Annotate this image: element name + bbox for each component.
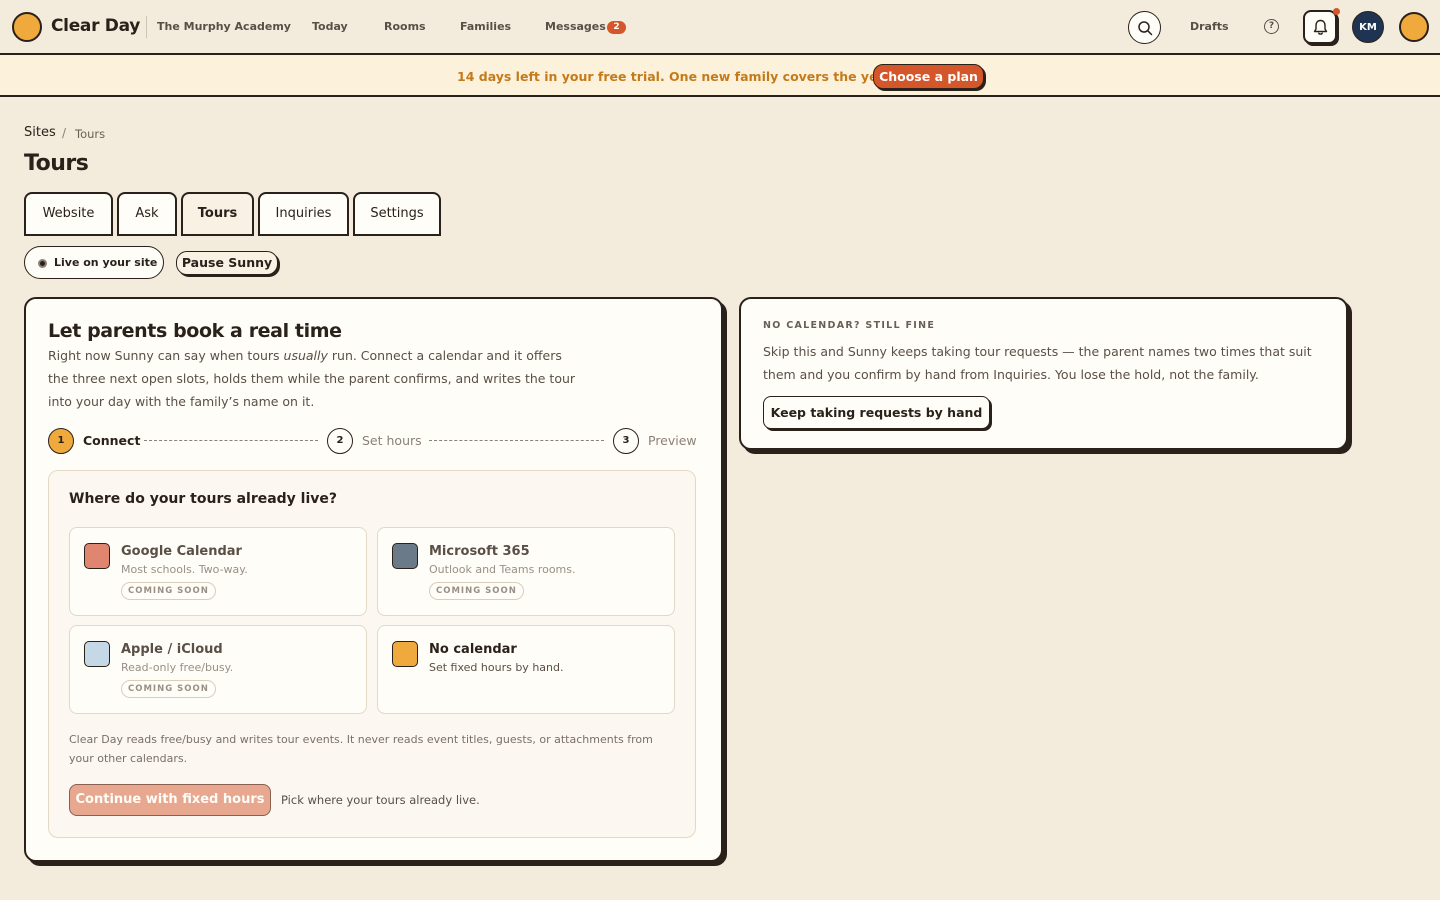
option-name: Apple / iCloud	[121, 642, 223, 657]
option-google-calendar[interactable]: Google Calendar Most schools. Two-way. C…	[69, 527, 367, 616]
keep-requests-by-hand-button[interactable]: Keep taking requests by hand	[763, 396, 990, 429]
card-description: Right now Sunny can say when tours usual…	[48, 348, 576, 409]
step-2-number: 2	[327, 428, 353, 454]
calendar-question: Where do your tours already live?	[69, 491, 338, 507]
school-switcher[interactable]: The Murphy Academy	[157, 20, 291, 33]
microsoft-365-icon	[392, 543, 418, 569]
coming-soon-badge: COMING SOON	[121, 680, 216, 698]
coming-soon-badge: COMING SOON	[121, 582, 216, 600]
tab-ask[interactable]: Ask	[117, 192, 177, 236]
no-calendar-icon	[392, 641, 418, 667]
help-icon[interactable]: ?	[1264, 19, 1279, 34]
notifications-button[interactable]	[1303, 10, 1337, 44]
step-3-number: 3	[613, 428, 639, 454]
side-card-text: Skip this and Sunny keeps taking tour re…	[763, 344, 1312, 382]
search-button[interactable]	[1128, 11, 1161, 44]
messages-count-badge: 2	[607, 21, 626, 34]
privacy-note: Clear Day reads free/busy and writes tou…	[69, 733, 653, 765]
step-3-label: Preview	[648, 433, 697, 448]
nav-today[interactable]: Today	[312, 20, 348, 33]
breadcrumb-current: Tours	[75, 127, 106, 141]
nav-families[interactable]: Families	[460, 20, 511, 33]
step-2-label: Set hours	[362, 433, 422, 448]
logo-icon[interactable]	[12, 12, 42, 42]
breadcrumb-separator: /	[62, 126, 67, 140]
option-subtitle: Outlook and Teams rooms.	[429, 563, 576, 576]
trial-banner: 14 days left in your free trial. One new…	[0, 55, 1440, 97]
option-subtitle: Read-only free/busy.	[121, 661, 234, 674]
live-status-label: Live on your site	[54, 256, 158, 269]
tab-website[interactable]: Website	[24, 192, 113, 236]
choose-plan-button[interactable]: Choose a plan	[873, 64, 984, 89]
pause-sunny-button[interactable]: Pause Sunny	[176, 251, 278, 275]
avatar[interactable]: KM	[1352, 11, 1384, 43]
google-calendar-icon	[84, 543, 110, 569]
option-no-calendar[interactable]: No calendar Set fixed hours by hand.	[377, 625, 675, 714]
tab-tours[interactable]: Tours	[181, 192, 254, 236]
nav-rooms[interactable]: Rooms	[384, 20, 426, 33]
continue-hint: Pick where your tours already live.	[281, 793, 480, 807]
top-nav: Clear Day The Murphy Academy Today Rooms…	[0, 0, 1440, 55]
option-microsoft-365[interactable]: Microsoft 365 Outlook and Teams rooms. C…	[377, 527, 675, 616]
nav-messages[interactable]: Messages	[545, 20, 606, 33]
account-menu-icon[interactable]	[1399, 12, 1429, 42]
no-calendar-card: NO CALENDAR? STILL FINE Skip this and Su…	[739, 297, 1348, 450]
option-name: No calendar	[429, 642, 517, 657]
coming-soon-badge: COMING SOON	[429, 582, 524, 600]
nav-drafts[interactable]: Drafts	[1190, 20, 1229, 33]
option-name: Google Calendar	[121, 544, 242, 559]
live-indicator-icon	[38, 259, 47, 268]
live-status-pill: Live on your site	[24, 246, 164, 279]
step-1-number: 1	[48, 428, 74, 454]
apple-icloud-icon	[84, 641, 110, 667]
tab-inquiries[interactable]: Inquiries	[258, 192, 349, 236]
nav-divider	[146, 16, 147, 38]
option-apple-icloud[interactable]: Apple / iCloud Read-only free/busy. COMI…	[69, 625, 367, 714]
breadcrumb-sites[interactable]: Sites	[24, 125, 56, 140]
option-subtitle: Most schools. Two-way.	[121, 563, 248, 576]
notification-dot	[1333, 8, 1340, 15]
continue-fixed-hours-button[interactable]: Continue with fixed hours	[69, 784, 271, 816]
search-icon	[1138, 21, 1153, 36]
bell-icon	[1313, 19, 1328, 35]
option-subtitle: Set fixed hours by hand.	[429, 661, 564, 674]
connect-calendar-card: Let parents book a real time Right now S…	[24, 297, 723, 862]
step-connector	[144, 440, 318, 441]
option-name: Microsoft 365	[429, 544, 530, 559]
card-title: Let parents book a real time	[48, 320, 342, 342]
step-1-label: Connect	[83, 433, 141, 448]
page-title: Tours	[24, 151, 89, 176]
brand-name[interactable]: Clear Day	[51, 16, 140, 36]
calendar-source-panel: Where do your tours already live? Google…	[48, 470, 696, 838]
trial-text: 14 days left in your free trial. One new…	[457, 69, 896, 84]
tab-settings[interactable]: Settings	[353, 192, 441, 236]
side-card-eyebrow: NO CALENDAR? STILL FINE	[763, 320, 936, 331]
step-connector	[429, 440, 604, 441]
